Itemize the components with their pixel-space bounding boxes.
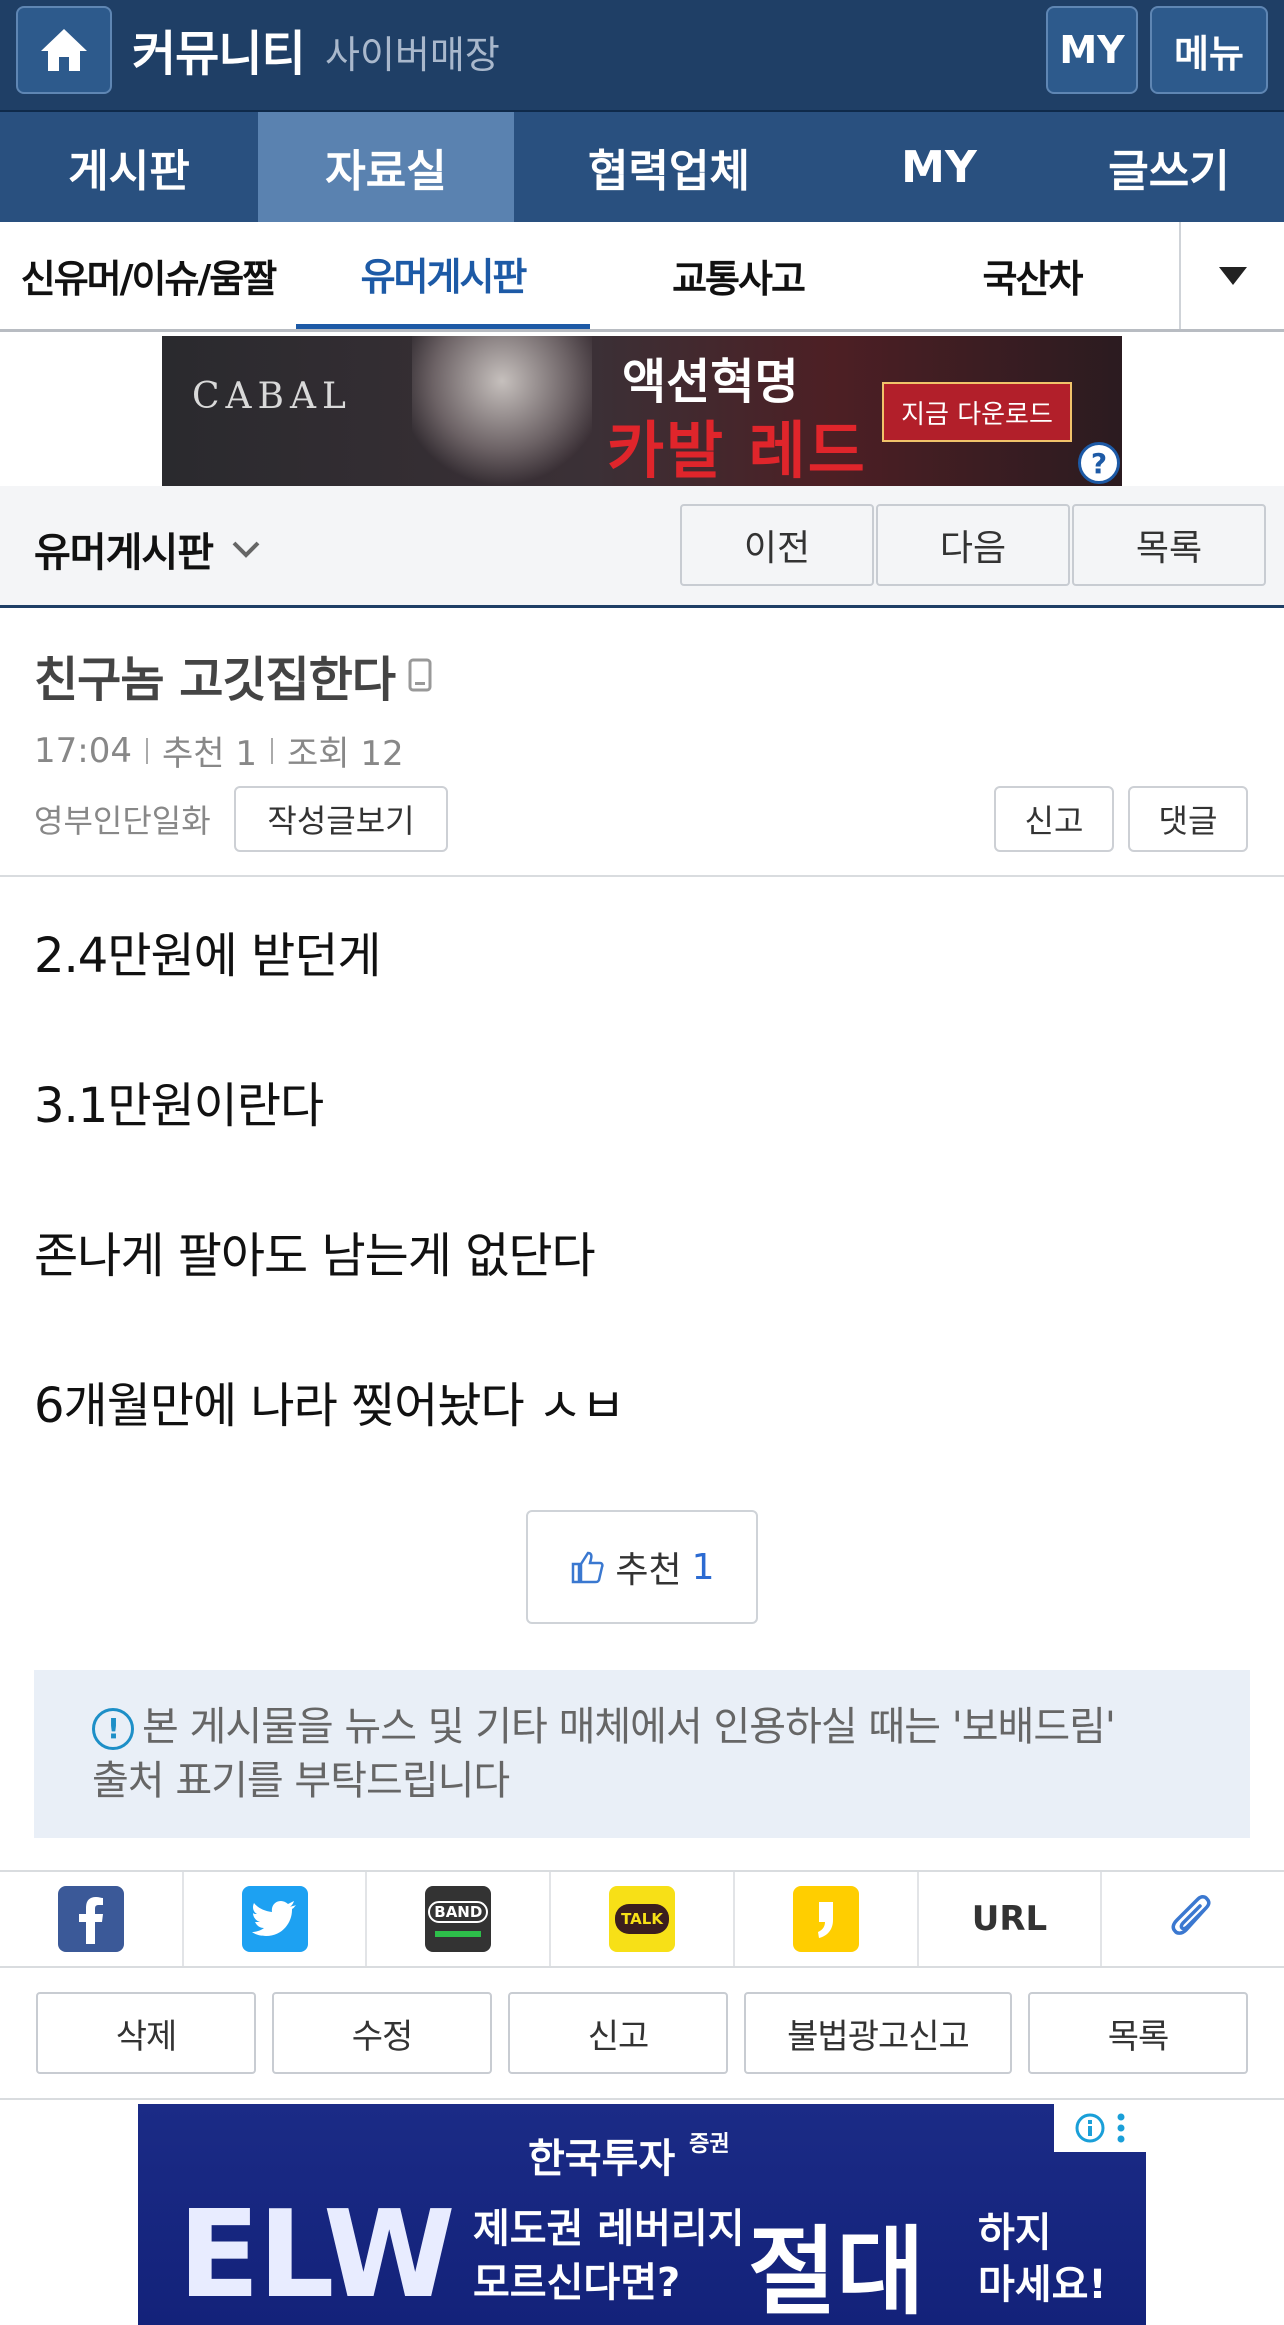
info-icon: ! xyxy=(92,1708,134,1750)
report-post-button[interactable]: 신고 xyxy=(508,1992,728,2074)
comment-button[interactable]: 댓글 xyxy=(1128,786,1248,852)
ad-download-button[interactable]: 지금 다운로드 xyxy=(882,382,1072,442)
ad-banner-bottom[interactable]: 한국투자 증권 ELW 제도권 레버리지 모르신다면? 절대 하지 마세요! xyxy=(138,2104,1146,2325)
tab-my[interactable]: MY xyxy=(824,112,1054,222)
post-title-text: 친구놈 고깃집한다 xyxy=(34,652,396,708)
thumbs-up-icon xyxy=(572,1551,605,1584)
top-header: 커뮤니티 사이버매장 MY 메뉴 xyxy=(0,0,1284,112)
tab-board[interactable]: 게시판 xyxy=(0,112,258,222)
prev-button[interactable]: 이전 xyxy=(680,504,874,586)
report-illegal-ad-button[interactable]: 불법광고신고 xyxy=(744,1992,1012,2074)
notice-line-2: 출처 표기를 부탁드립니다 xyxy=(92,1758,510,1804)
list-button[interactable]: 목록 xyxy=(1072,504,1266,586)
notice-line-1: 본 게시물을 뉴스 및 기타 매체에서 인용하실 때는 '보배드림' xyxy=(142,1704,1116,1750)
board-selector[interactable]: 유머게시판 xyxy=(34,520,261,578)
info-icon xyxy=(1075,2113,1105,2143)
kakaostory-icon xyxy=(792,1886,859,1952)
kakaotalk-icon: TALK xyxy=(609,1886,676,1952)
paperclip-icon xyxy=(1171,1895,1211,1935)
ad-character-image xyxy=(412,336,592,486)
share-kakaostory[interactable] xyxy=(735,1872,919,1966)
facebook-icon xyxy=(57,1886,124,1952)
divider xyxy=(0,2098,1284,2100)
twitter-icon xyxy=(241,1886,308,1952)
band-icon: BAND xyxy=(425,1886,492,1952)
board-header: 유머게시판 이전 다음 목록 xyxy=(0,486,1284,608)
talk-icon-label: TALK xyxy=(615,1904,669,1934)
view-author-posts-button[interactable]: 작성글보기 xyxy=(234,786,448,852)
menu-button[interactable]: 메뉴 xyxy=(1150,6,1268,94)
divider xyxy=(0,875,1284,877)
help-icon[interactable]: ? xyxy=(1078,442,1120,484)
share-attachment[interactable] xyxy=(1102,1872,1284,1966)
ad-big-word: 절대 xyxy=(748,2216,925,2325)
recommend-count: 1 xyxy=(691,1546,715,1588)
ad-banner-top[interactable]: CABAL 액션혁명 카발 레드 지금 다운로드 ? xyxy=(162,336,1122,486)
post-body-line: 3.1만원이란다 xyxy=(34,1078,324,1134)
delete-button[interactable]: 삭제 xyxy=(36,1992,256,2074)
url-label: URL xyxy=(971,1899,1048,1939)
band-icon-label: BAND xyxy=(428,1901,489,1923)
post-time: 17:04 xyxy=(34,730,132,771)
share-url[interactable]: URL xyxy=(919,1872,1103,1966)
ad-end-1: 하지 xyxy=(978,2210,1052,2256)
recommend-button[interactable]: 추천 1 xyxy=(526,1510,758,1624)
ad-company-suffix: 증권 xyxy=(689,2132,730,2157)
share-twitter[interactable] xyxy=(184,1872,368,1966)
next-button[interactable]: 다음 xyxy=(876,504,1070,586)
chevron-down-icon xyxy=(232,541,260,558)
post-author[interactable]: 영부인단일화 xyxy=(34,796,211,842)
post-title: 친구놈 고깃집한다 xyxy=(34,640,433,710)
tab-write[interactable]: 글쓰기 xyxy=(1054,112,1284,222)
share-kakaotalk[interactable]: TALK xyxy=(551,1872,735,1966)
main-nav: 게시판 자료실 협력업체 MY 글쓰기 xyxy=(0,112,1284,222)
ad-line-2: 모르신다면? xyxy=(473,2260,681,2306)
more-vertical-icon xyxy=(1117,2113,1125,2143)
post-recommend-count: 추천 1 xyxy=(161,734,257,774)
share-bar: BAND TALK URL xyxy=(0,1870,1284,1968)
report-button[interactable]: 신고 xyxy=(994,786,1114,852)
subnav-more-button[interactable] xyxy=(1179,222,1284,329)
recommend-label: 추천 xyxy=(615,1550,682,1591)
home-button[interactable] xyxy=(16,6,112,94)
ad-game-name: 카발 레드 xyxy=(607,414,867,486)
ad-line-1: 제도권 레버리지 xyxy=(473,2206,745,2252)
ad-company: 한국투자 증권 xyxy=(528,2126,730,2184)
edit-button[interactable]: 수정 xyxy=(272,1992,492,2074)
brand-title[interactable]: 커뮤니티 xyxy=(132,14,306,84)
meta-separator xyxy=(145,737,148,764)
share-band[interactable]: BAND xyxy=(367,1872,552,1966)
ad-company-name: 한국투자 xyxy=(528,2136,676,2182)
tab-partners[interactable]: 협력업체 xyxy=(514,112,824,222)
ad-end-2: 마세요! xyxy=(978,2262,1107,2308)
subtab-new-humor[interactable]: 신유머/이슈/움짤 xyxy=(0,222,296,329)
home-icon xyxy=(41,29,87,71)
my-button[interactable]: MY xyxy=(1046,6,1138,94)
citation-notice: ! 본 게시물을 뉴스 및 기타 매체에서 인용하실 때는 '보배드림' 출처 표… xyxy=(34,1670,1250,1838)
post-body-line: 6개월만에 나라 찢어놨다 ㅅㅂ xyxy=(34,1378,625,1434)
board-title: 유머게시판 xyxy=(34,530,214,576)
subtab-traffic-accident[interactable]: 교통사고 xyxy=(590,222,886,329)
post-view-count: 조회 12 xyxy=(286,734,404,774)
ad-info-controls[interactable] xyxy=(1054,2104,1146,2152)
post-meta: 17:04 추천 1 조회 12 xyxy=(34,726,404,775)
mobile-icon xyxy=(408,658,432,692)
share-facebook[interactable] xyxy=(0,1872,184,1966)
triangle-down-icon xyxy=(1218,266,1247,285)
subtab-humor-board[interactable]: 유머게시판 xyxy=(296,222,590,329)
list-bottom-button[interactable]: 목록 xyxy=(1028,1992,1248,2074)
sub-nav: 신유머/이슈/움짤 유머게시판 교통사고 국산차 xyxy=(0,222,1284,332)
tab-archive[interactable]: 자료실 xyxy=(258,112,514,222)
ad-brand: CABAL xyxy=(192,376,352,417)
meta-separator xyxy=(270,737,273,764)
post-body-line: 존나게 팔아도 남는게 없단다 xyxy=(34,1228,596,1284)
brand-subtitle[interactable]: 사이버매장 xyxy=(325,24,500,79)
ad-elw: ELW xyxy=(178,2186,455,2325)
post-body-line: 2.4만원에 받던게 xyxy=(34,928,382,984)
subtab-domestic-car[interactable]: 국산차 xyxy=(886,222,1178,329)
